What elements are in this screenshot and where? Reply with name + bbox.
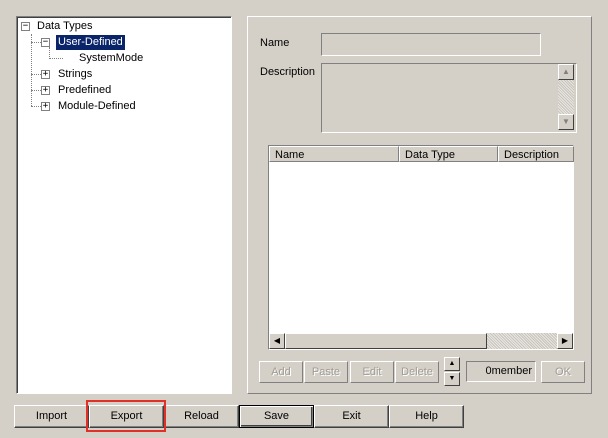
- import-button[interactable]: Import: [14, 405, 89, 428]
- move-down-icon[interactable]: ▼: [444, 372, 460, 386]
- tree-node-label: Data Types: [37, 20, 93, 32]
- tree-node-label: Predefined: [58, 84, 112, 96]
- horizontal-scroll-track[interactable]: [487, 333, 557, 349]
- description-label: Description: [260, 66, 316, 78]
- column-header-description[interactable]: Description: [498, 146, 574, 162]
- member-count: 0member: [466, 361, 536, 382]
- name-field[interactable]: [321, 33, 541, 56]
- scroll-right-icon[interactable]: ▶: [557, 333, 573, 349]
- tree-node-label: Module-Defined: [58, 100, 136, 112]
- move-up-icon[interactable]: ▲: [444, 357, 460, 371]
- scroll-down-icon[interactable]: ▼: [558, 114, 574, 130]
- minus-box-icon[interactable]: −: [41, 38, 50, 47]
- data-types-tree[interactable]: − Data Types − User-Defined SystemMode +…: [16, 16, 232, 394]
- minus-box-icon[interactable]: −: [21, 22, 30, 31]
- scroll-up-icon[interactable]: ▲: [558, 64, 574, 80]
- paste-button[interactable]: Paste: [304, 361, 348, 383]
- tree-line: [31, 74, 41, 76]
- description-field[interactable]: ▲ ▼: [321, 63, 577, 133]
- tree-node-label: User-Defined: [56, 35, 125, 50]
- save-button[interactable]: Save: [239, 405, 314, 428]
- add-button[interactable]: Add: [259, 361, 303, 383]
- tree-line: [31, 42, 41, 44]
- plus-box-icon[interactable]: +: [41, 86, 50, 95]
- help-button[interactable]: Help: [389, 405, 464, 428]
- tree-node-label: Strings: [58, 68, 93, 80]
- edit-button[interactable]: Edit: [350, 361, 394, 383]
- export-highlight-box: [86, 400, 166, 432]
- tree-node-label: SystemMode: [79, 52, 144, 64]
- scroll-left-icon[interactable]: ◀: [269, 333, 285, 349]
- reload-button[interactable]: Reload: [164, 405, 239, 428]
- ok-button[interactable]: OK: [541, 361, 585, 383]
- plus-box-icon[interactable]: +: [41, 102, 50, 111]
- column-header-data-type[interactable]: Data Type: [399, 146, 498, 162]
- horizontal-scroll-thumb[interactable]: [285, 333, 487, 349]
- members-table[interactable]: Name Data Type Description ◀ ▶: [268, 145, 574, 350]
- tree-line: [31, 106, 41, 108]
- delete-button[interactable]: Delete: [395, 361, 439, 383]
- plus-box-icon[interactable]: +: [41, 70, 50, 79]
- tree-line: [31, 34, 33, 106]
- exit-button[interactable]: Exit: [314, 405, 389, 428]
- tree-line: [31, 90, 41, 92]
- tree-line: [49, 58, 63, 60]
- column-header-name[interactable]: Name: [269, 146, 399, 162]
- name-label: Name: [260, 37, 290, 49]
